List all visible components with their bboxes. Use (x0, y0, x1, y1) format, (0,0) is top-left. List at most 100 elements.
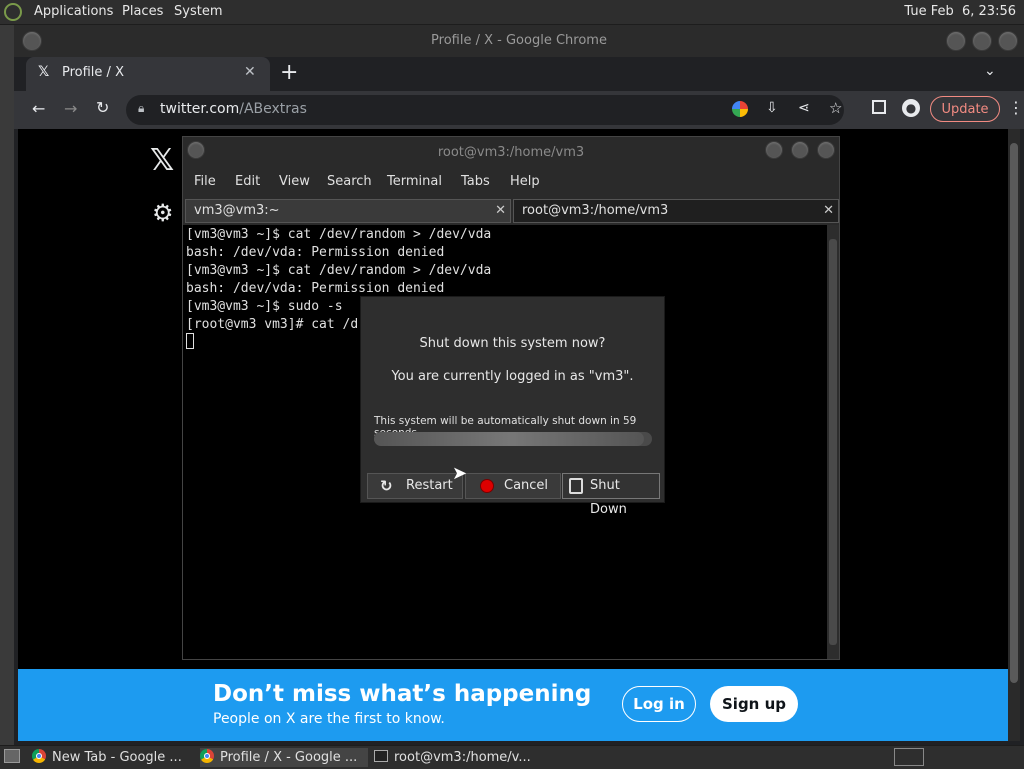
tab-strip: 𝕏 Profile / X ✕ + ⌄ (14, 57, 1024, 91)
taskbar-item-label: New Tab - Google ... (52, 750, 182, 765)
side-panel-icon[interactable] (872, 100, 886, 114)
google-lens-icon[interactable] (732, 101, 748, 117)
menu-search[interactable]: Search (327, 174, 372, 189)
cancel-button[interactable]: Cancel (465, 473, 561, 499)
banner-subtitle: People on X are the first to know. (213, 711, 445, 727)
lock-icon[interactable]: 🔒︎ (138, 101, 144, 116)
reload-icon[interactable]: ↻ (96, 98, 109, 117)
chrome-icon (32, 749, 46, 763)
close-icon[interactable] (817, 141, 835, 159)
countdown-progress-bar (374, 432, 652, 446)
close-icon[interactable] (998, 31, 1018, 51)
taskbar-item-new-tab[interactable]: New Tab - Google ... (32, 748, 192, 767)
page-scrollbar-thumb[interactable] (1010, 143, 1018, 683)
cancel-label: Cancel (504, 478, 549, 493)
minimize-icon[interactable] (946, 31, 966, 51)
bookmark-star-icon[interactable]: ☆ (829, 99, 842, 117)
chrome-toolbar: ← → ↻ 🔒︎ twitter.com/ABextras ⇩ ⋖ ☆ ● Up… (14, 91, 1024, 129)
terminal-tabbar: vm3@vm3:~ ✕ root@vm3:/home/vm3 ✕ (183, 197, 839, 225)
taskbar-item-profile-x[interactable]: Profile / X - Google ... (200, 748, 368, 767)
terminal-window-title: root@vm3:/home/vm3 (437, 145, 585, 160)
install-app-icon[interactable]: ⇩ (766, 100, 778, 116)
url-path: /ABextras (239, 101, 307, 117)
menu-tabs[interactable]: Tabs (461, 174, 490, 189)
countdown-progress-fill (374, 432, 644, 446)
top-panel: Applications Places System Tue Feb 6, 23… (0, 0, 1024, 25)
menu-terminal[interactable]: Terminal (387, 174, 442, 189)
chrome-menu-icon[interactable]: ⋮ (1008, 98, 1024, 117)
x-logo[interactable]: 𝕏 (150, 143, 174, 178)
settings-gear-icon[interactable]: ⚙ (152, 199, 174, 227)
forward-arrow-icon[interactable]: → (64, 99, 77, 118)
shutdown-dialog: Shut down this system now? You are curre… (360, 296, 665, 517)
restart-icon: ↻ (380, 477, 393, 495)
share-icon[interactable]: ⋖ (798, 100, 810, 116)
maximize-icon[interactable] (791, 141, 809, 159)
signup-banner: Don’t miss what’s happening People on X … (18, 669, 1008, 741)
workspace-switcher-icon[interactable] (894, 748, 924, 766)
terminal-cursor (186, 333, 194, 349)
terminal-tab-label: root@vm3:/home/vm3 (522, 203, 669, 218)
address-bar[interactable]: 🔒︎ twitter.com/ABextras ⇩ ⋖ ☆ (126, 95, 844, 125)
shutdown-label: Shut Down (590, 478, 627, 517)
terminal-menubar: File Edit View Search Terminal Tabs Help (183, 169, 839, 197)
chrome-titlebar[interactable]: Profile / X - Google Chrome (14, 25, 1024, 57)
taskbar-item-label: root@vm3:/home/v... (394, 750, 531, 765)
tab-close-icon[interactable]: ✕ (495, 200, 506, 222)
terminal-titlebar[interactable]: root@vm3:/home/vm3 (183, 137, 839, 169)
terminal-scrollbar[interactable] (827, 225, 839, 659)
shutdown-question: Shut down this system now? (419, 336, 606, 351)
gnome-foot-icon[interactable] (4, 3, 22, 21)
tab-search-chevron-icon[interactable]: ⌄ (984, 63, 996, 79)
x-favicon-icon: 𝕏 (38, 64, 50, 80)
restart-button[interactable]: ↻ Restart (367, 473, 463, 499)
terminal-line: bash: /dev/vda: Permission denied (186, 245, 445, 260)
terminal-line: [vm3@vm3 ~]$ cat /dev/random > /dev/vda (186, 227, 492, 242)
menu-help[interactable]: Help (510, 174, 540, 189)
chrome-window-title: Profile / X - Google Chrome (431, 33, 607, 48)
login-button[interactable]: Log in (622, 686, 696, 722)
url-text[interactable]: twitter.com/ABextras (160, 101, 307, 117)
minimize-icon[interactable] (765, 141, 783, 159)
update-button[interactable]: Update (930, 96, 1000, 122)
terminal-line: bash: /dev/vda: Permission denied (186, 281, 445, 296)
system-menu[interactable]: System (174, 4, 222, 19)
bottom-panel: New Tab - Google ... Profile / X - Googl… (0, 745, 1024, 769)
restart-label: Restart (406, 478, 453, 493)
back-arrow-icon[interactable]: ← (32, 99, 45, 118)
profile-avatar-icon[interactable]: ● (902, 99, 920, 117)
url-domain: twitter.com (160, 101, 240, 117)
maximize-icon[interactable] (972, 31, 992, 51)
tab-profile-x[interactable]: 𝕏 Profile / X ✕ (26, 57, 270, 91)
signup-button[interactable]: Sign up (710, 686, 798, 722)
mouse-pointer-icon: ➤ (452, 463, 468, 484)
terminal-line: [vm3@vm3 ~]$ cat /dev/random > /dev/vda (186, 263, 492, 278)
terminal-line: [vm3@vm3 ~]$ sudo -s (186, 299, 343, 314)
tab-title: Profile / X (62, 65, 124, 80)
terminal-tab-root[interactable]: root@vm3:/home/vm3 ✕ (513, 199, 839, 223)
chrome-icon (200, 749, 214, 763)
terminal-tab-vm3[interactable]: vm3@vm3:~ ✕ (185, 199, 511, 223)
logged-in-message: You are currently logged in as "vm3". (391, 369, 634, 384)
shutdown-icon (569, 478, 583, 494)
places-menu[interactable]: Places (122, 4, 163, 19)
page-scrollbar[interactable] (1008, 129, 1020, 741)
menu-edit[interactable]: Edit (235, 174, 260, 189)
applications-menu[interactable]: Applications (34, 4, 113, 19)
banner-title: Don’t miss what’s happening (213, 681, 592, 707)
taskbar-item-label: Profile / X - Google ... (220, 750, 358, 765)
shutdown-button[interactable]: Shut Down (562, 473, 660, 517)
menu-view[interactable]: View (279, 174, 310, 189)
menu-file[interactable]: File (194, 174, 216, 189)
terminal-line: [root@vm3 vm3]# cat /d (186, 317, 359, 332)
terminal-tab-label: vm3@vm3:~ (194, 203, 280, 218)
tab-close-icon[interactable]: ✕ (244, 64, 256, 80)
taskbar-item-terminal[interactable]: root@vm3:/home/v... (374, 748, 544, 767)
clock[interactable]: Tue Feb 6, 23:56 (904, 4, 1016, 19)
show-desktop-icon[interactable] (4, 749, 20, 763)
new-tab-button[interactable]: + (280, 60, 298, 85)
terminal-scrollbar-thumb[interactable] (829, 239, 837, 645)
cancel-stop-icon (480, 479, 494, 493)
tab-close-icon[interactable]: ✕ (823, 200, 834, 222)
terminal-icon (374, 750, 388, 762)
